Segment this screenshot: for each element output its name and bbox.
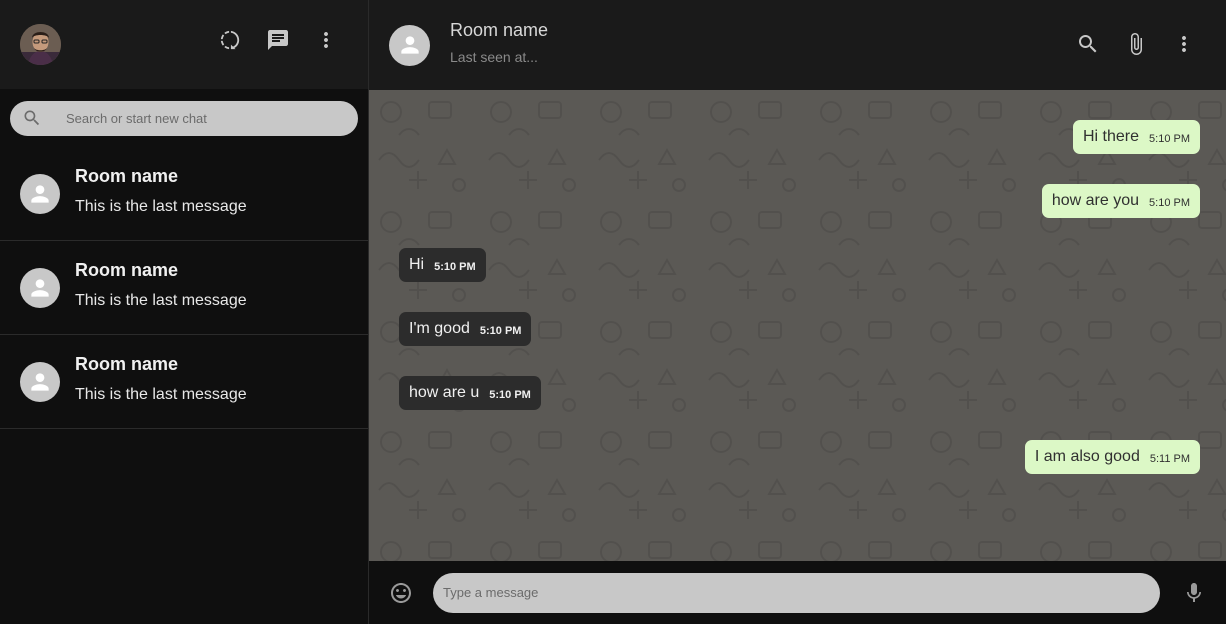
message-time: 5:10 PM [1149, 197, 1190, 209]
mic-icon[interactable] [1182, 581, 1206, 605]
composer [369, 561, 1226, 624]
message-time: 5:11 PM [1149, 453, 1190, 465]
app: Room name This is the last message Room … [0, 0, 1226, 624]
more-vert-icon[interactable] [1172, 32, 1196, 56]
message-text: Hi there [1083, 128, 1140, 145]
search-input[interactable] [66, 110, 326, 126]
status-icon[interactable] [218, 28, 242, 52]
user-avatar[interactable] [20, 24, 61, 65]
search-bar[interactable] [10, 100, 358, 136]
message-bubble: Hi 5:10 PM [399, 248, 486, 282]
message-bubble: I'm good 5:10 PM [399, 312, 532, 346]
chat-info: Room name This is the last message [75, 354, 247, 404]
person-icon [400, 36, 419, 54]
chat-last-message: This is the last message [75, 291, 247, 309]
room-info: Room name Last seen at... [450, 20, 548, 65]
chat-list-item[interactable]: Room name This is the last message [0, 241, 368, 335]
chat-header-icons [1076, 32, 1196, 56]
search-icon[interactable] [1076, 32, 1100, 56]
message-text: how are u [409, 384, 480, 401]
chat-name: Room name [75, 353, 179, 374]
message-bubble: how are you 5:10 PM [1041, 184, 1200, 218]
message-time: 5:10 PM [479, 325, 522, 337]
sidebar-header-icons [218, 28, 338, 52]
person-icon [31, 372, 49, 391]
chat-avatar [20, 267, 60, 308]
last-seen: Last seen at... [450, 48, 538, 65]
message-text: I'm good [409, 320, 470, 337]
sidebar: Room name This is the last message Room … [0, 0, 369, 624]
chat-last-message: This is the last message [75, 385, 247, 403]
message-bubble: I am also good 5:11 PM [1024, 440, 1200, 474]
sidebar-header [0, 0, 368, 89]
message-bubble: Hi there 5:10 PM [1073, 120, 1200, 154]
search-icon [22, 108, 42, 128]
room-name: Room name [450, 19, 549, 40]
chat-avatar [20, 361, 60, 402]
chat-avatar [20, 173, 60, 214]
chat-header: Room name Last seen at... [369, 0, 1226, 90]
chat-name: Room name [75, 259, 179, 280]
attach-icon[interactable] [1124, 32, 1148, 56]
person-icon [31, 184, 49, 203]
message-text: Hi [409, 256, 425, 273]
message-input[interactable] [443, 585, 1143, 600]
chat-panel: Room name Last seen at... Hi there 5:10 … [369, 0, 1226, 624]
chat-list-item[interactable]: Room name This is the last message [0, 335, 368, 429]
message-input-wrapper[interactable] [433, 572, 1160, 613]
person-icon [31, 278, 49, 297]
message-area: Hi there 5:10 PM how are you 5:10 PM Hi … [369, 90, 1226, 561]
chat-name: Room name [75, 165, 179, 186]
message-time: 5:10 PM [489, 389, 531, 401]
message-text: I am also good [1034, 448, 1140, 465]
room-avatar[interactable] [389, 24, 430, 66]
search-container [0, 89, 368, 147]
chat-info: Room name This is the last message [75, 260, 247, 310]
chat-list: Room name This is the last message Room … [0, 147, 368, 429]
message-time: 5:10 PM [1149, 133, 1190, 145]
emoji-icon[interactable] [389, 581, 413, 605]
chat-last-message: This is the last message [75, 197, 247, 215]
message-text: how are you [1051, 192, 1140, 209]
message-bubble: how are u 5:10 PM [399, 376, 541, 410]
chat-list-item[interactable]: Room name This is the last message [0, 147, 368, 241]
chat-info: Room name This is the last message [75, 166, 247, 216]
more-vert-icon[interactable] [314, 28, 338, 52]
message-time: 5:10 PM [434, 261, 476, 273]
chat-icon[interactable] [266, 28, 290, 52]
